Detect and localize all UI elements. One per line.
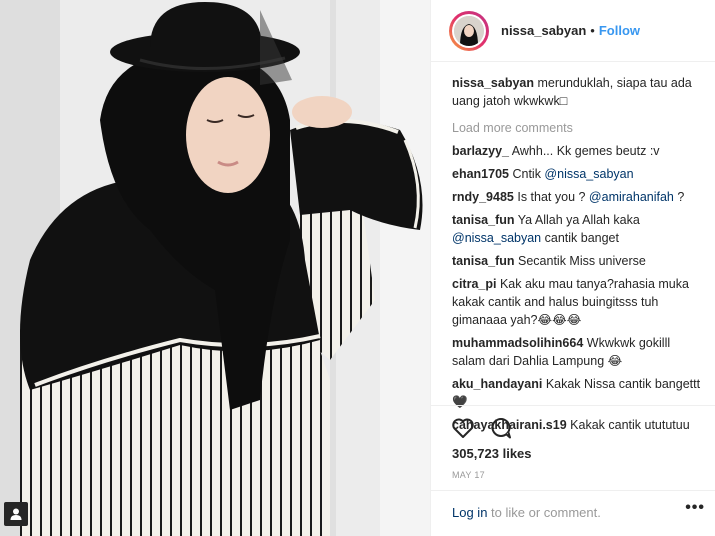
likes-count[interactable]: 305,723 likes <box>452 446 532 461</box>
post-date[interactable]: MAY 17 <box>452 470 485 480</box>
user-tag-icon[interactable] <box>4 502 28 526</box>
comment-mention-link[interactable]: @nissa_sabyan <box>544 167 633 181</box>
comment-username[interactable]: tanisa_fun <box>452 254 515 268</box>
comment-text: Awhh... Kk gemes beutz :v <box>511 144 660 158</box>
separator-dot: • <box>590 23 595 38</box>
comment-mention-link[interactable]: @nissa_sabyan <box>452 231 541 245</box>
comment-icon[interactable] <box>489 416 513 445</box>
comment-item: citra_pi Kak aku mau tanya?rahasia muka … <box>452 275 703 329</box>
post-photo[interactable] <box>0 0 430 536</box>
follow-button[interactable]: Follow <box>599 23 640 38</box>
post-username[interactable]: nissa_sabyan <box>501 23 586 38</box>
comment-username[interactable]: rndy_9485 <box>452 190 514 204</box>
comment-text-after: cantik banget <box>541 231 619 245</box>
comment-text: Is that you ? <box>517 190 589 204</box>
heart-icon[interactable] <box>451 416 475 445</box>
more-options-icon[interactable]: ••• <box>685 499 705 517</box>
login-prompt-text: to like or comment. <box>487 505 601 520</box>
comment-username[interactable]: citra_pi <box>452 277 496 291</box>
caption-username[interactable]: nissa_sabyan <box>452 76 534 90</box>
comment-item: barlazyy_ Awhh... Kk gemes beutz :v <box>452 142 703 160</box>
caption: nissa_sabyan merunduklah, siapa tau ada … <box>452 74 703 110</box>
comment-username[interactable]: muhammadsolihin664 <box>452 336 583 350</box>
divider <box>431 490 715 491</box>
comment-text-after: ? <box>673 190 685 204</box>
comment-text: Kakak cantik utututuu <box>570 418 690 432</box>
divider <box>431 405 715 406</box>
comment-username[interactable]: tanisa_fun <box>452 213 515 227</box>
comment-username[interactable]: ehan1705 <box>452 167 509 181</box>
avatar[interactable] <box>449 10 489 51</box>
post-details-panel: nissa_sabyan • Follow nissa_sabyan merun… <box>430 0 715 536</box>
post-header: nissa_sabyan • Follow <box>431 0 715 62</box>
comment-item: tanisa_fun Secantik Miss universe <box>452 252 703 270</box>
comment-username[interactable]: barlazyy_ <box>452 144 509 158</box>
login-prompt: Log in to like or comment. <box>452 505 705 520</box>
comment-username[interactable]: aku_handayani <box>452 377 542 391</box>
comment-text: Cntik <box>512 167 545 181</box>
comment-text: Secantik Miss universe <box>518 254 646 268</box>
comment-item: ehan1705 Cntik @nissa_sabyan <box>452 165 703 183</box>
photo-illustration <box>0 0 430 536</box>
comments-list: nissa_sabyan merunduklah, siapa tau ada … <box>431 62 715 434</box>
comment-item: rndy_9485 Is that you ? @amirahanifah ? <box>452 188 703 206</box>
post-actions <box>451 416 513 445</box>
comment-item: muhammadsolihin664 Wkwkwk gokilll salam … <box>452 334 703 370</box>
login-link[interactable]: Log in <box>452 505 487 520</box>
comment-text: Ya Allah ya Allah kaka <box>517 213 640 227</box>
load-more-comments-button[interactable]: Load more comments <box>452 119 703 137</box>
comment-item: tanisa_fun Ya Allah ya Allah kaka @nissa… <box>452 211 703 247</box>
comment-mention-link[interactable]: @amirahanifah <box>589 190 674 204</box>
